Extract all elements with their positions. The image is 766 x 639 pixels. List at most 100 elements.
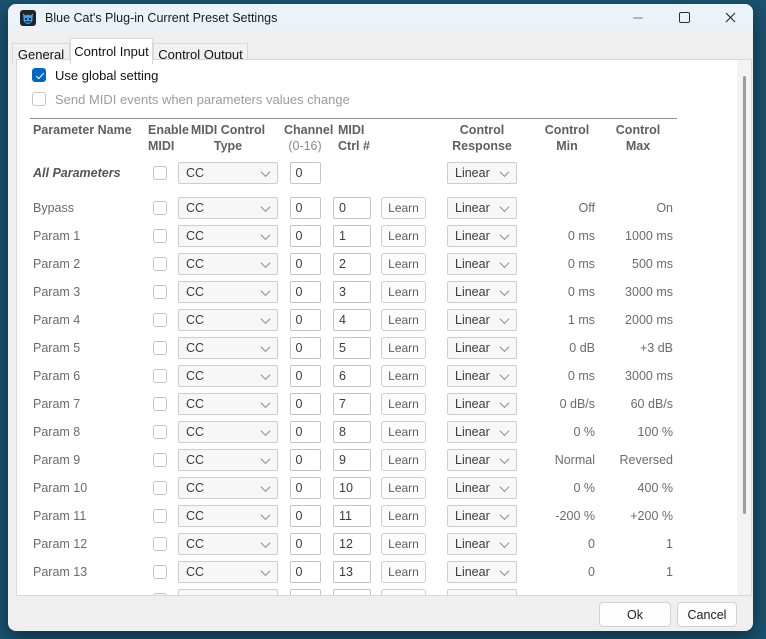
midi-ctrl-input[interactable]: 4 <box>333 309 371 331</box>
midi-ctrl-input[interactable]: 2 <box>333 253 371 275</box>
control-response-select[interactable]: Linear <box>447 309 517 331</box>
midi-ctrl-input[interactable]: 12 <box>333 533 371 555</box>
enable-midi-checkbox[interactable] <box>153 425 167 439</box>
channel-input[interactable]: 0 <box>290 197 321 219</box>
control-response-select[interactable]: Linear <box>447 281 517 303</box>
control-response-select[interactable]: Linear <box>447 421 517 443</box>
control-response-select[interactable]: Linear <box>447 449 517 471</box>
learn-button[interactable] <box>381 589 426 596</box>
midi-control-type-select[interactable]: CC <box>178 505 278 527</box>
control-response-select[interactable]: Linear <box>447 393 517 415</box>
learn-button[interactable]: Learn <box>381 449 426 471</box>
scrollbar-thumb[interactable] <box>743 76 746 514</box>
channel-input[interactable]: 0 <box>290 309 321 331</box>
channel-input[interactable]: 0 <box>290 162 321 184</box>
channel-input[interactable]: 0 <box>290 421 321 443</box>
channel-input[interactable]: 0 <box>290 365 321 387</box>
learn-button[interactable]: Learn <box>381 421 426 443</box>
midi-control-type-select[interactable]: CC <box>178 253 278 275</box>
midi-ctrl-input[interactable]: 13 <box>333 561 371 583</box>
channel-input[interactable] <box>290 589 321 596</box>
midi-ctrl-input[interactable]: 0 <box>333 197 371 219</box>
midi-control-type-select[interactable]: CC <box>178 365 278 387</box>
control-response-select[interactable]: Linear <box>447 162 517 184</box>
control-response-select[interactable]: Linear <box>447 533 517 555</box>
midi-ctrl-input[interactable]: 5 <box>333 337 371 359</box>
channel-input[interactable]: 0 <box>290 477 321 499</box>
midi-ctrl-input[interactable] <box>333 589 371 596</box>
use-global-setting-checkbox[interactable] <box>32 68 46 82</box>
enable-midi-checkbox[interactable] <box>153 285 167 299</box>
midi-control-type-select[interactable]: CC <box>178 197 278 219</box>
midi-control-type-select[interactable]: CC <box>178 281 278 303</box>
learn-button[interactable]: Learn <box>381 393 426 415</box>
midi-control-type-select[interactable]: CC <box>178 225 278 247</box>
channel-input[interactable]: 0 <box>290 561 321 583</box>
midi-ctrl-input[interactable]: 1 <box>333 225 371 247</box>
enable-midi-checkbox[interactable] <box>153 341 167 355</box>
maximize-button[interactable] <box>661 4 707 31</box>
learn-button[interactable]: Learn <box>381 309 426 331</box>
minimize-button[interactable] <box>615 4 661 31</box>
enable-midi-checkbox[interactable] <box>153 166 167 180</box>
control-response-select[interactable]: Linear <box>447 197 517 219</box>
control-response-select[interactable]: Linear <box>447 253 517 275</box>
midi-control-type-select[interactable]: CC <box>178 393 278 415</box>
channel-input[interactable]: 0 <box>290 337 321 359</box>
learn-button[interactable]: Learn <box>381 533 426 555</box>
enable-midi-checkbox[interactable] <box>153 229 167 243</box>
midi-control-type-select[interactable]: CC <box>178 162 278 184</box>
enable-midi-checkbox[interactable] <box>153 593 167 596</box>
midi-ctrl-input[interactable]: 7 <box>333 393 371 415</box>
learn-button[interactable]: Learn <box>381 561 426 583</box>
control-response-select[interactable] <box>447 589 517 596</box>
channel-input[interactable]: 0 <box>290 393 321 415</box>
control-response-select[interactable]: Linear <box>447 477 517 499</box>
learn-button[interactable]: Learn <box>381 365 426 387</box>
channel-input[interactable]: 0 <box>290 505 321 527</box>
midi-control-type-select[interactable]: CC <box>178 449 278 471</box>
midi-control-type-select[interactable]: CC <box>178 337 278 359</box>
enable-midi-checkbox[interactable] <box>153 481 167 495</box>
learn-button[interactable]: Learn <box>381 477 426 499</box>
midi-control-type-select[interactable]: CC <box>178 309 278 331</box>
midi-ctrl-input[interactable]: 6 <box>333 365 371 387</box>
channel-input[interactable]: 0 <box>290 449 321 471</box>
enable-midi-checkbox[interactable] <box>153 397 167 411</box>
control-response-select[interactable]: Linear <box>447 505 517 527</box>
midi-ctrl-input[interactable]: 8 <box>333 421 371 443</box>
channel-input[interactable]: 0 <box>290 253 321 275</box>
midi-control-type-select[interactable]: CC <box>178 533 278 555</box>
enable-midi-checkbox[interactable] <box>153 201 167 215</box>
learn-button[interactable]: Learn <box>381 197 426 219</box>
enable-midi-checkbox[interactable] <box>153 509 167 523</box>
control-response-select[interactable]: Linear <box>447 337 517 359</box>
enable-midi-checkbox[interactable] <box>153 313 167 327</box>
enable-midi-checkbox[interactable] <box>153 369 167 383</box>
midi-control-type-select[interactable]: CC <box>178 477 278 499</box>
midi-control-type-select[interactable]: CC <box>178 421 278 443</box>
control-response-select[interactable]: Linear <box>447 225 517 247</box>
enable-midi-checkbox[interactable] <box>153 565 167 579</box>
learn-button[interactable]: Learn <box>381 225 426 247</box>
channel-input[interactable]: 0 <box>290 225 321 247</box>
vertical-scrollbar[interactable] <box>737 60 751 595</box>
control-response-select[interactable]: Linear <box>447 365 517 387</box>
learn-button[interactable]: Learn <box>381 253 426 275</box>
learn-button[interactable]: Learn <box>381 505 426 527</box>
midi-ctrl-input[interactable]: 11 <box>333 505 371 527</box>
midi-control-type-select[interactable] <box>178 589 278 596</box>
enable-midi-checkbox[interactable] <box>153 453 167 467</box>
enable-midi-checkbox[interactable] <box>153 537 167 551</box>
midi-ctrl-input[interactable]: 3 <box>333 281 371 303</box>
ok-button[interactable]: Ok <box>599 602 671 627</box>
midi-control-type-select[interactable]: CC <box>178 561 278 583</box>
midi-ctrl-input[interactable]: 10 <box>333 477 371 499</box>
cancel-button[interactable]: Cancel <box>677 602 737 627</box>
close-button[interactable] <box>707 4 753 31</box>
tab-control-input[interactable]: Control Input <box>70 38 153 64</box>
channel-input[interactable]: 0 <box>290 281 321 303</box>
control-response-select[interactable]: Linear <box>447 561 517 583</box>
midi-ctrl-input[interactable]: 9 <box>333 449 371 471</box>
learn-button[interactable]: Learn <box>381 281 426 303</box>
